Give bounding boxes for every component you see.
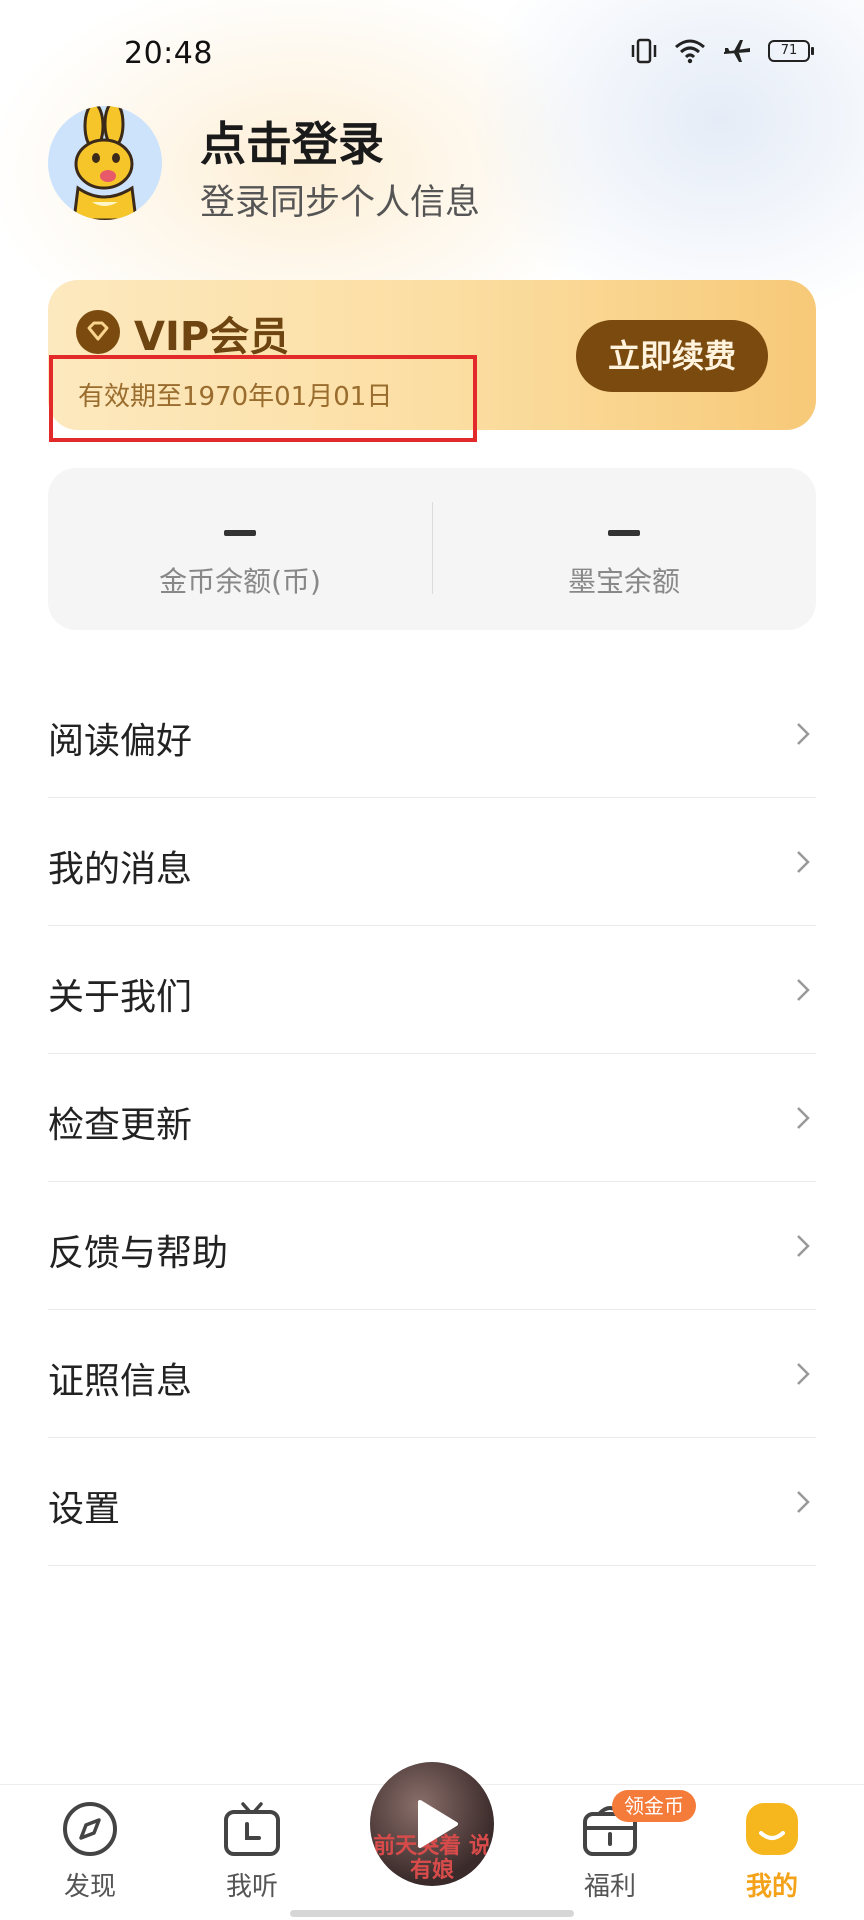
menu-item-label: 设置 xyxy=(48,1489,121,1530)
mobao-balance-value xyxy=(608,530,640,536)
coin-balance[interactable]: 金币余额(币) xyxy=(48,468,432,630)
nav-tab-label: 发现 xyxy=(63,1872,116,1902)
menu-item-label: 关于我们 xyxy=(48,977,193,1018)
compass-icon xyxy=(63,1802,117,1856)
chevron-right-icon xyxy=(797,979,810,1001)
status-time: 20:48 xyxy=(124,36,213,71)
mobao-balance-label: 墨宝余额 xyxy=(567,565,680,598)
nav-tab-discover[interactable]: 发现 xyxy=(30,1800,150,1903)
menu-item-reading-preference[interactable]: 阅读偏好 xyxy=(48,670,816,798)
chevron-right-icon xyxy=(797,1491,810,1513)
menu-item-label: 检查更新 xyxy=(48,1105,193,1146)
chevron-right-icon xyxy=(797,1235,810,1257)
menu-item-label: 阅读偏好 xyxy=(48,721,193,762)
nav-tab-mine[interactable]: 我的 xyxy=(712,1800,832,1903)
coin-balance-value xyxy=(224,530,256,536)
battery-icon: 71 xyxy=(768,40,814,62)
login-title[interactable]: 点击登录 xyxy=(200,108,384,174)
play-icon xyxy=(418,1800,458,1848)
nav-tab-label: 我听 xyxy=(225,1872,278,1902)
balance-card: 金币余额(币) 墨宝余额 xyxy=(48,468,816,630)
now-playing-disc[interactable]: 前天哭着 说有娘 xyxy=(370,1762,494,1886)
menu-item-label: 反馈与帮助 xyxy=(48,1233,229,1274)
tv-clock-icon xyxy=(224,1802,280,1856)
menu-item-my-messages[interactable]: 我的消息 xyxy=(48,798,816,926)
menu-item-license-info[interactable]: 证照信息 xyxy=(48,1310,816,1438)
mobao-balance[interactable]: 墨宝余额 xyxy=(432,468,816,630)
vibrate-icon xyxy=(631,38,657,64)
status-icons: 71 xyxy=(630,38,814,64)
chevron-right-icon xyxy=(797,1107,810,1129)
settings-menu: 阅读偏好 我的消息 关于我们 检查更新 反馈与帮助 证照信息 设置 xyxy=(48,670,816,1566)
menu-item-label: 证照信息 xyxy=(48,1361,193,1402)
menu-item-check-update[interactable]: 检查更新 xyxy=(48,1054,816,1182)
nav-tab-listen[interactable]: 我听 xyxy=(192,1800,312,1903)
kangaroo-mascot-icon xyxy=(72,106,138,220)
login-subtitle: 登录同步个人信息 xyxy=(200,183,481,223)
renew-button[interactable]: 立即续费 xyxy=(576,320,768,392)
vip-diamond-icon xyxy=(76,310,120,354)
chevron-right-icon xyxy=(797,851,810,873)
vip-title: VIP会员 xyxy=(134,314,290,360)
menu-item-feedback-help[interactable]: 反馈与帮助 xyxy=(48,1182,816,1310)
menu-item-settings[interactable]: 设置 xyxy=(48,1438,816,1566)
status-bar: 20:48 71 xyxy=(0,0,864,100)
home-indicator[interactable] xyxy=(290,1910,574,1917)
airplane-icon xyxy=(724,40,750,62)
highlight-annotation xyxy=(49,355,477,442)
chevron-right-icon xyxy=(797,1363,810,1385)
avatar[interactable] xyxy=(48,106,162,220)
menu-item-about-us[interactable]: 关于我们 xyxy=(48,926,816,1054)
menu-item-label: 我的消息 xyxy=(48,849,193,890)
nav-tab-label: 我的 xyxy=(745,1872,798,1902)
wifi-icon xyxy=(675,39,705,64)
welfare-coin-badge: 领金币 xyxy=(612,1790,696,1822)
chevron-right-icon xyxy=(797,723,810,745)
smile-face-icon xyxy=(746,1803,798,1855)
nav-tab-label: 福利 xyxy=(583,1872,636,1902)
coin-balance-label: 金币余额(币) xyxy=(159,565,321,598)
